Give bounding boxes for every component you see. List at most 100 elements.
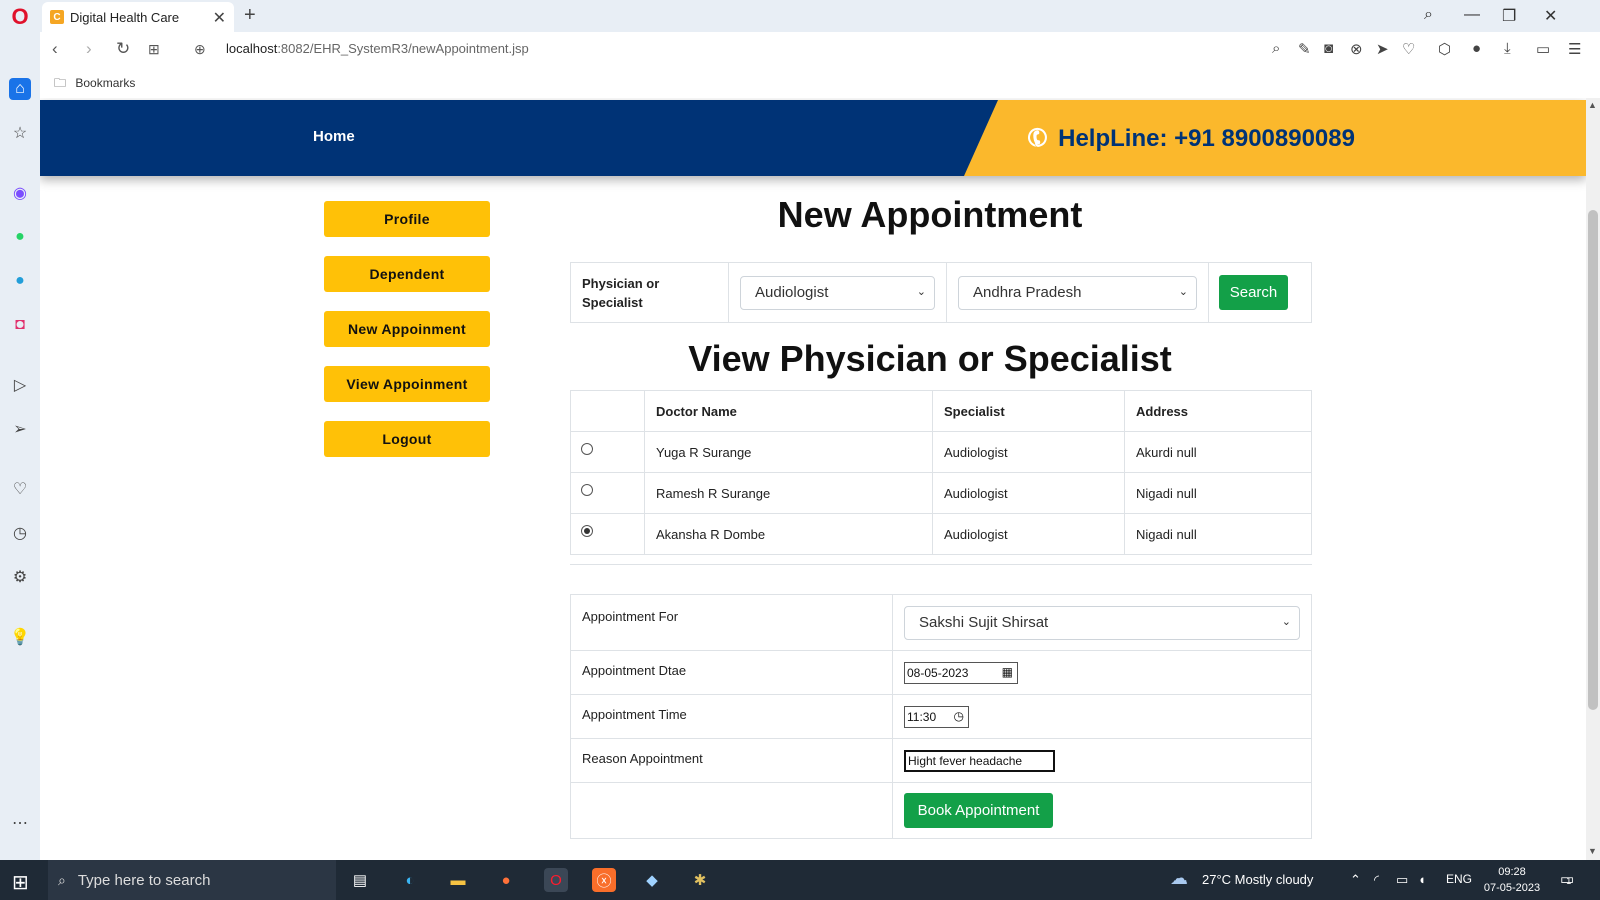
reason-input[interactable]: Hight fever headache [904,749,1055,772]
reload-icon[interactable]: ↻ [116,39,130,59]
nav-home-link[interactable]: Home [313,128,355,145]
firefox-icon[interactable]: ● [494,868,518,892]
telegram-icon[interactable]: ● [9,270,31,292]
profile-avatar-icon[interactable]: ● [1472,40,1481,57]
scroll-up-icon[interactable]: ▲ [1588,100,1597,110]
notifications-icon[interactable]: ▭1 [1560,870,1574,888]
snapshot-icon[interactable]: ◙ [1324,40,1333,57]
game-app-icon[interactable]: ✱ [688,868,712,892]
windows-start-icon[interactable]: ⊞ [12,870,29,895]
history-icon[interactable]: ◷ [9,522,31,544]
whatsapp-icon[interactable]: ● [9,226,31,248]
table-row: Ramesh R Surange Audiologist Nigadi null [570,472,1312,514]
dependent-button[interactable]: Dependent [324,256,490,292]
search-button[interactable]: Search [1219,275,1288,310]
calendar-icon[interactable]: ▦ [1002,665,1013,679]
opera-taskbar-icon[interactable]: O [544,868,568,892]
more-icon[interactable]: ⋯ [9,812,31,834]
adblock-icon[interactable]: ⊗ [1350,40,1363,58]
favorites-icon[interactable]: ♡ [9,478,31,500]
site-header: Home ✆ HelpLine: +91 8900890089 [40,100,1586,176]
scroll-down-icon[interactable]: ▼ [1588,846,1597,856]
appointment-date-value: 08-05-2023 [907,665,969,680]
forward-icon[interactable]: › [86,39,92,59]
close-tab-icon[interactable]: ✕ [213,8,226,28]
site-info-icon[interactable]: ⊕ [194,41,206,58]
book-appointment-button[interactable]: Book Appointment [904,793,1053,828]
restore-icon[interactable]: ❐ [1502,6,1516,26]
reason-label: Reason Appointment [570,738,893,783]
volume-icon[interactable]: ◖ [1418,872,1426,887]
appointment-time-input[interactable]: 11:30 ◷ [904,705,969,728]
profile-button[interactable]: Profile [324,201,490,237]
search-tabs-icon[interactable]: ⌕ [1424,6,1433,24]
messenger-icon[interactable]: ◉ [9,182,31,204]
search-icon: ⌕ [58,871,66,888]
phone-icon: ✆ [1022,121,1054,156]
table-header-specialist: Specialist [932,390,1125,432]
table-row: Akansha R Dombe Audiologist Nigadi null [570,513,1312,555]
download-icon[interactable]: ⤓ [1504,40,1511,57]
minimize-icon[interactable]: — [1464,6,1480,24]
tabs-grid-icon[interactable]: ⊞ [148,41,160,58]
doctor-specialist: Audiologist [932,513,1125,555]
heart-icon[interactable]: ♡ [1402,40,1415,58]
clock-icon[interactable]: ◷ [954,709,964,723]
specialist-select[interactable]: Audiologist ⌄ [740,275,935,310]
show-hidden-icons[interactable]: ⌃ [1350,872,1361,888]
app-icon[interactable]: ◆ [640,868,664,892]
edit-icon[interactable]: ✎ [1298,40,1311,58]
doctor-radio[interactable] [581,484,593,496]
opera-logo-icon[interactable]: O [9,4,31,29]
instagram-icon[interactable]: ◘ [9,314,31,336]
window-close-icon[interactable]: ✕ [1544,6,1557,26]
language-indicator[interactable]: ENG [1446,872,1472,886]
url-path: :8082/EHR_SystemR3/newAppointment.jsp [277,41,529,56]
doctor-radio-selected[interactable] [581,525,593,537]
appointment-for-select[interactable]: Sakshi Sujit Shirsat ⌄ [904,605,1300,640]
speed-dial-icon[interactable]: ☆ [9,122,31,144]
doctor-name: Ramesh R Surange [644,472,933,514]
reason-value: Hight fever headache [908,753,1023,768]
url-field[interactable]: localhost:8082/EHR_SystemR3/newAppointme… [226,41,529,56]
battery-saver-icon[interactable]: ▭ [1536,40,1550,58]
view-appointment-button[interactable]: View Appoinment [324,366,490,402]
doctor-address: Nigadi null [1124,513,1312,555]
logout-button[interactable]: Logout [324,421,490,457]
page-search-icon[interactable]: ⌕ [1272,40,1280,57]
state-select[interactable]: Andhra Pradesh ⌄ [958,275,1197,310]
weather-text[interactable]: 27°C Mostly cloudy [1202,872,1313,887]
back-icon[interactable]: ‹ [52,39,58,59]
task-view-icon[interactable]: ▤ [348,868,372,892]
flow-icon[interactable]: ➢ [9,418,31,440]
easy-setup-icon[interactable]: ☰ [1568,40,1581,58]
home-icon[interactable]: ⌂ [9,78,31,100]
xampp-icon[interactable]: ⓧ [592,868,616,892]
file-explorer-icon[interactable]: ▬ [446,868,470,892]
tips-icon[interactable]: 💡 [9,626,31,648]
taskbar-search[interactable]: ⌕ Type here to search [48,860,336,900]
doctor-radio[interactable] [581,443,593,455]
extensions-icon[interactable]: ⬡ [1438,40,1451,58]
appointment-date-input[interactable]: 08-05-2023 ▦ [904,661,1018,684]
notification-count: 1 [1566,876,1572,886]
page-scrollbar[interactable]: ▲ ▼ [1586,98,1600,860]
appointment-time-value: 11:30 [907,709,937,724]
bookmarks-folder[interactable]: 🗀 Bookmarks [54,74,135,95]
edge-icon[interactable]: ◐ [398,868,422,892]
table-header-address: Address [1124,390,1312,432]
send-icon[interactable]: ➤ [1376,40,1389,58]
doctor-address: Nigadi null [1124,472,1312,514]
network-icon[interactable]: ◜ [1374,872,1379,888]
scrollbar-thumb[interactable] [1588,210,1598,710]
doctor-address: Akurdi null [1124,431,1312,473]
filter-label: Physician or Specialist [570,262,729,323]
browser-tab[interactable]: C Digital Health Care ✕ [42,2,234,32]
player-icon[interactable]: ▷ [9,374,31,396]
appointment-date-label: Appointment Dtae [570,650,893,695]
settings-icon[interactable]: ⚙ [9,566,31,588]
battery-icon[interactable]: ▭ [1396,872,1408,888]
new-appointment-button[interactable]: New Appoinment [324,311,490,347]
taskbar-clock[interactable]: 09:28 07-05-2023 [1480,864,1544,896]
new-tab-icon[interactable]: + [244,4,256,27]
